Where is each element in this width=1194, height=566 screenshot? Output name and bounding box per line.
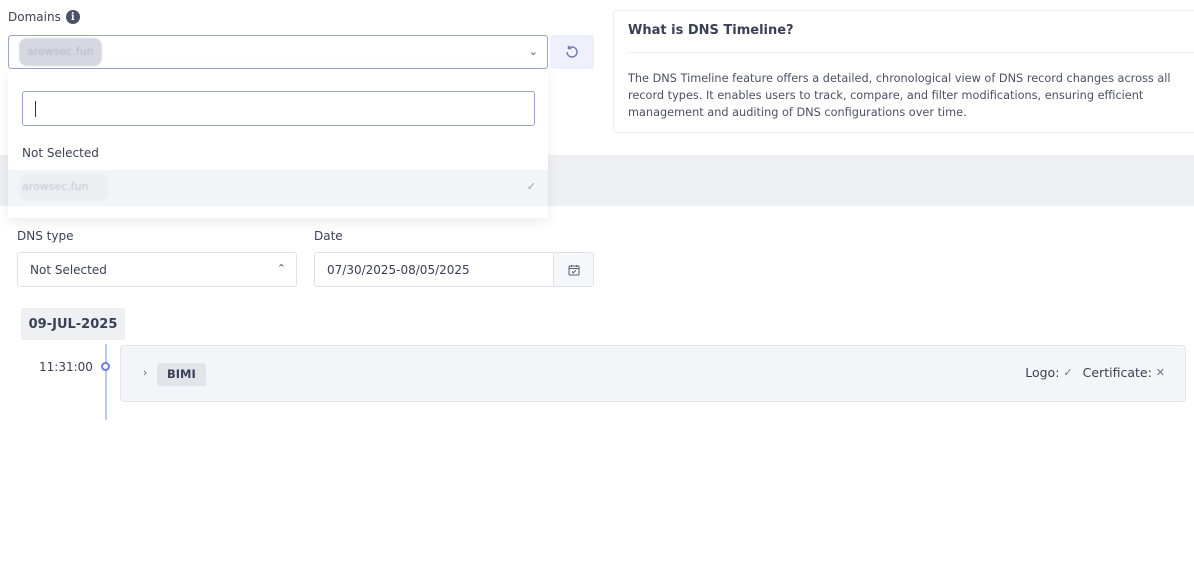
text-caret [35,101,36,117]
domain-search-input[interactable] [22,91,535,126]
timeline-dot [101,362,110,371]
timeline-record-card[interactable]: › BIMI Logo: ✓ Certificate: ✕ [120,345,1186,402]
calendar-icon [568,264,579,275]
check-icon: ✓ [1063,366,1073,379]
chevron-up-icon: ⌃ [276,262,286,275]
domains-label-text: Domains [8,10,61,24]
timeline-date-header: 09-JUL-2025 [21,308,125,340]
info-icon[interactable]: i [65,10,80,24]
refresh-button[interactable] [550,35,594,69]
record-status: Logo: ✓ Certificate: ✕ [1025,365,1165,380]
domains-label: Domains i [8,10,80,24]
dropdown-option-label: arowsec.fun [20,174,108,200]
timeline-line [105,344,107,420]
record-type-badge: BIMI [157,363,206,386]
refresh-icon [566,45,578,58]
close-icon: ✕ [1155,366,1165,379]
dns-type-select[interactable]: Not Selected ⌃ [17,252,297,287]
chevron-right-icon[interactable]: › [143,366,147,379]
date-range-input[interactable]: 07/30/2025-08/05/2025 [314,252,554,287]
dns-type-label: DNS type [17,229,74,243]
domain-select[interactable]: arowsec.fun ⌄ [8,35,548,69]
logo-label: Logo: [1025,365,1060,380]
check-icon: ✓ [526,180,536,193]
dns-type-value: Not Selected [30,263,107,277]
dropdown-option-not-selected[interactable]: Not Selected [22,146,99,160]
date-range-value: 07/30/2025-08/05/2025 [327,263,470,277]
dns-timeline-info-card: What is DNS Timeline? The DNS Timeline f… [613,10,1194,133]
certificate-label: Certificate: [1082,365,1152,380]
dropdown-option-domain[interactable]: arowsec.fun ✓ [8,170,548,206]
info-title: What is DNS Timeline? [628,23,794,38]
timeline-time: 11:31:00 [39,360,93,374]
date-label: Date [314,229,343,243]
calendar-button[interactable] [553,252,594,287]
info-description: The DNS Timeline feature offers a detail… [628,72,1171,119]
chevron-down-icon[interactable]: ⌄ [529,45,538,58]
domain-dropdown: Not Selected arowsec.fun ✓ [8,69,548,218]
divider [628,52,1194,53]
selected-domain-chip: arowsec.fun [19,38,102,66]
